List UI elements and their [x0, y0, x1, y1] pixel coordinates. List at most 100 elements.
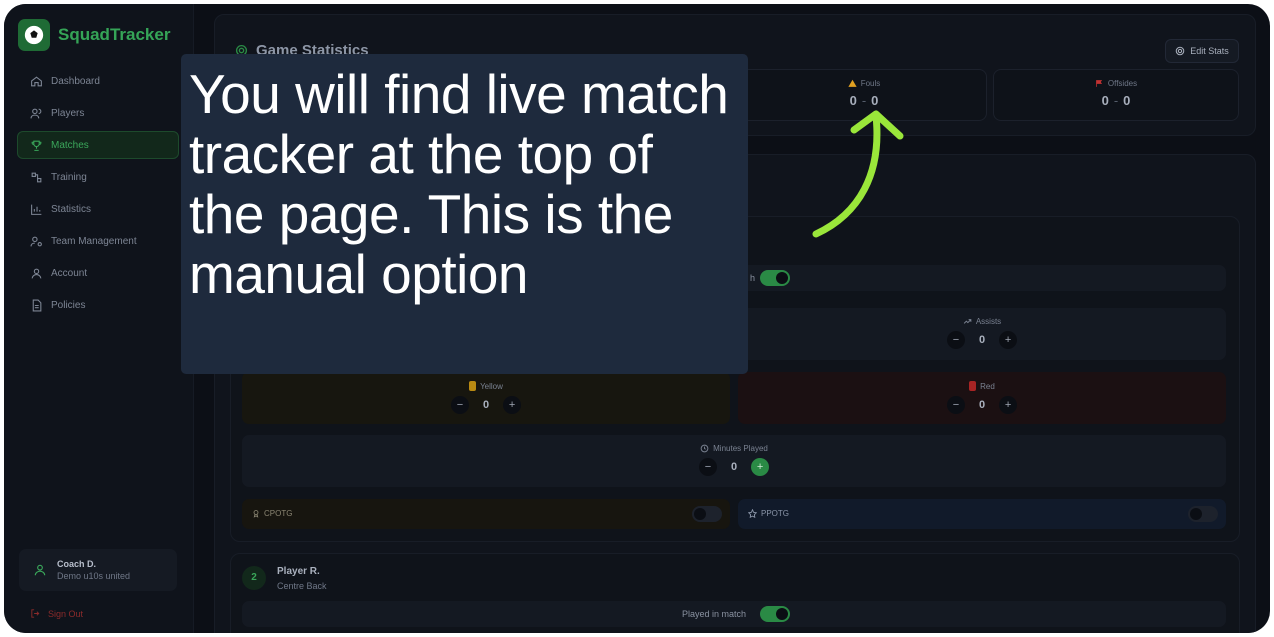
yellow-label-wrap: Yellow	[242, 381, 730, 391]
document-icon	[32, 299, 42, 311]
soccer-ball-icon	[18, 19, 50, 51]
users-icon	[30, 108, 42, 118]
sign-out-button[interactable]: Sign Out	[30, 608, 83, 619]
trend-icon	[963, 319, 972, 324]
trophy-icon	[31, 140, 42, 151]
yellow-card-row: Yellow − 0 +	[242, 372, 730, 424]
cpotg-label-wrap: CPOTG	[252, 509, 292, 518]
yellow-value: 0	[482, 399, 490, 411]
red-card-icon	[969, 381, 977, 391]
red-label-wrap: Red	[738, 381, 1226, 391]
red-value: 0	[978, 399, 986, 411]
sidebar-item-statistics[interactable]: Statistics	[17, 195, 179, 223]
offsides-score: 0-0	[994, 93, 1238, 108]
tutorial-callout: You will find live match tracker at the …	[181, 54, 748, 374]
sidebar-item-label: Policies	[51, 299, 86, 311]
ppotg-toggle[interactable]	[1188, 506, 1218, 522]
yellow-minus-button[interactable]: −	[450, 396, 469, 414]
player-position: Centre Back	[277, 581, 327, 591]
minutes-stepper: − 0 +	[242, 458, 1226, 476]
assists-label: Assists	[975, 317, 1002, 326]
user-icon	[34, 564, 46, 576]
offsides-stat: Offsides 0-0	[993, 69, 1239, 121]
bar-chart-icon	[31, 204, 42, 215]
minutes-plus-button[interactable]: +	[751, 458, 770, 476]
sidebar-item-label: Matches	[51, 139, 89, 151]
edit-stats-button[interactable]: Edit Stats	[1165, 39, 1239, 63]
brand-name: SquadTracker	[58, 25, 171, 44]
sidebar: SquadTracker Dashboard Players Matches T…	[4, 4, 194, 633]
played-in-match-label: Played in match	[682, 609, 747, 619]
cpotg-label: CPOTG	[264, 509, 293, 518]
red-plus-button[interactable]: +	[999, 396, 1018, 414]
tutorial-callout-text: You will find live match tracker at the …	[189, 63, 729, 305]
ppotg-label: PPOTG	[761, 509, 790, 518]
flag-icon	[1096, 80, 1103, 87]
sidebar-item-label: Account	[51, 267, 88, 279]
assists-label-wrap: Assists	[738, 317, 1226, 326]
sidebar-item-label: Training	[51, 171, 87, 183]
clock-icon	[700, 444, 709, 453]
played-in-match-toggle[interactable]	[760, 606, 790, 622]
assists-row: Assists − 0 +	[738, 308, 1226, 360]
sidebar-item-label: Team Management	[51, 235, 137, 247]
minutes-label: Minutes Played	[713, 444, 768, 453]
sidebar-item-label: Players	[51, 107, 85, 119]
sidebar-item-label: Statistics	[51, 203, 92, 215]
offsides-away: 0	[1123, 93, 1131, 108]
user-card[interactable]: Coach D. Demo u10s united	[19, 549, 177, 591]
brand[interactable]: SquadTracker	[18, 19, 170, 51]
sidebar-item-team-management[interactable]: Team Management	[17, 227, 179, 255]
app-window: SquadTracker Dashboard Players Matches T…	[4, 4, 1270, 633]
user-team: Demo u10s united	[57, 571, 131, 581]
assists-value: 0	[978, 334, 986, 346]
yellow-plus-button[interactable]: +	[503, 396, 522, 414]
sidebar-nav: Dashboard Players Matches Training Stati…	[17, 67, 179, 323]
warning-icon	[848, 79, 857, 87]
player-name: Player R.	[277, 566, 320, 577]
award-icon	[253, 510, 259, 518]
sidebar-item-matches[interactable]: Matches	[17, 131, 179, 159]
minutes-value: 0	[730, 461, 738, 473]
sidebar-item-training[interactable]: Training	[17, 163, 179, 191]
red-label: Red	[980, 381, 995, 391]
minutes-played-row: Minutes Played − 0 +	[242, 435, 1226, 487]
minutes-label-wrap: Minutes Played	[242, 444, 1226, 453]
training-icon	[31, 172, 42, 182]
yellow-card-icon	[469, 381, 477, 391]
sidebar-item-label: Dashboard	[51, 75, 100, 87]
red-minus-button[interactable]: −	[946, 396, 965, 414]
red-stepper: − 0 +	[738, 396, 1226, 414]
player-number-badge: 2	[242, 566, 266, 590]
target-icon	[1175, 46, 1185, 56]
red-card-row: Red − 0 +	[738, 372, 1226, 424]
star-icon	[748, 509, 757, 518]
minutes-minus-button[interactable]: −	[698, 458, 717, 476]
cpotg-toggle[interactable]	[692, 506, 722, 522]
team-settings-icon	[30, 236, 42, 246]
played-in-match-label: h	[750, 273, 756, 283]
ppotg-row: PPOTG	[738, 499, 1226, 529]
played-in-match-row-2: Played in match	[242, 601, 1226, 627]
logout-icon	[31, 609, 40, 618]
ppotg-label-wrap: PPOTG	[748, 509, 789, 518]
edit-stats-label: Edit Stats	[1190, 46, 1229, 56]
yellow-stepper: − 0 +	[242, 396, 730, 414]
assists-minus-button[interactable]: −	[946, 331, 965, 349]
arrow-icon	[812, 110, 904, 238]
sign-out-label: Sign Out	[48, 608, 84, 619]
offsides-home: 0	[1101, 93, 1109, 108]
assists-stepper: − 0 +	[738, 331, 1226, 349]
yellow-label: Yellow	[480, 381, 503, 391]
score-separator: -	[1113, 93, 1119, 108]
fouls-label: Fouls	[860, 79, 881, 88]
played-in-match-toggle[interactable]	[760, 270, 790, 286]
sidebar-item-policies[interactable]: Policies	[17, 291, 179, 319]
assists-plus-button[interactable]: +	[999, 331, 1018, 349]
user-icon	[31, 268, 42, 278]
sidebar-item-account[interactable]: Account	[17, 259, 179, 287]
sidebar-item-dashboard[interactable]: Dashboard	[17, 67, 179, 95]
sidebar-item-players[interactable]: Players	[17, 99, 179, 127]
offsides-label: Offsides	[1107, 79, 1138, 88]
home-icon	[31, 75, 42, 86]
